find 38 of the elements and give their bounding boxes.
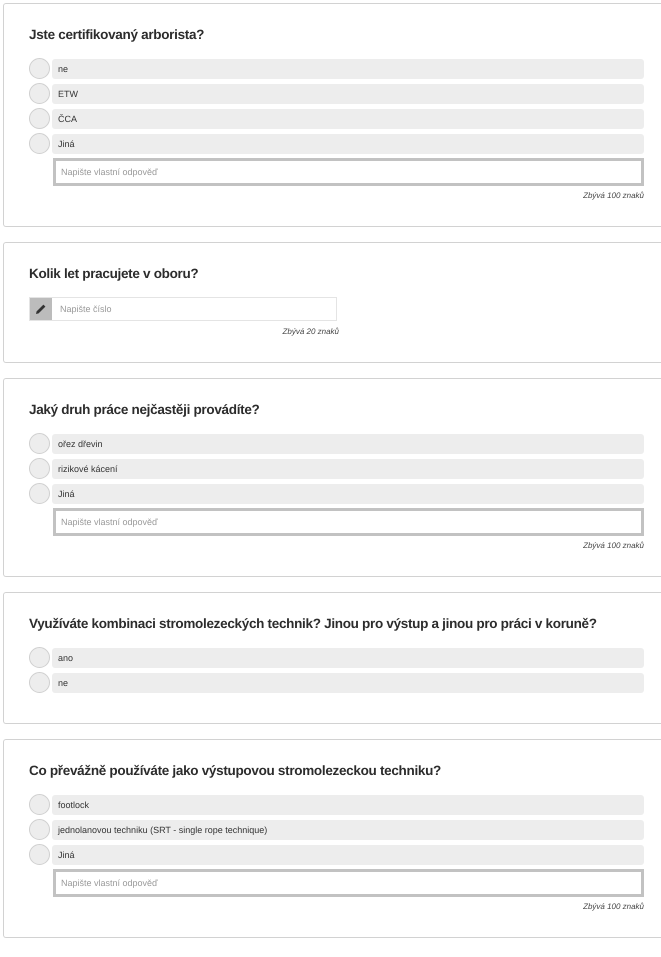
radio-button[interactable] (29, 819, 50, 840)
question-title: Jste certifikovaný arborista? (29, 26, 206, 44)
option-label[interactable]: ne (52, 672, 644, 692)
answer-field[interactable]: Napište vlastní odpověď (53, 508, 644, 536)
radio-button[interactable] (29, 133, 50, 154)
option-label[interactable]: ČCA (52, 108, 644, 128)
option-label[interactable]: Jiná (52, 134, 644, 154)
option-label[interactable]: rizikové kácení (52, 458, 644, 478)
radio-button[interactable] (29, 794, 50, 815)
radio-button[interactable] (29, 458, 50, 479)
radio-button[interactable] (29, 58, 50, 79)
question-title: Využíváte kombinaci stromolezeckých technik? Jinou pro výstup a jinou pro práci v koruně? (29, 615, 598, 633)
radio-button[interactable] (29, 108, 50, 129)
option-label[interactable]: jednolanovou techniku (SRT - single rope technique) (52, 820, 644, 840)
option-label[interactable]: ano (52, 648, 644, 668)
radio-button[interactable] (29, 83, 50, 104)
option-label[interactable]: ne (52, 58, 644, 78)
radio-button[interactable] (29, 672, 50, 693)
option-label[interactable]: footlock (52, 794, 644, 814)
question-title: Co převážně používáte jako výstupovou stromolezeckou techniku? (29, 762, 442, 780)
answer-field[interactable]: Napište vlastní odpověď (53, 869, 644, 897)
radio-button[interactable] (29, 483, 50, 504)
radio-button[interactable] (29, 433, 50, 454)
question-title: Kolik let pracujete v oboru? (29, 265, 200, 283)
question-title: Jaký druh práce nejčastěji provádíte? (29, 401, 260, 419)
pencil-icon (30, 298, 52, 320)
character-counter: Zbývá 100 znaků (582, 541, 644, 550)
number-field[interactable]: Napište číslo (29, 297, 337, 321)
character-counter: Zbývá 100 znaků (582, 191, 644, 200)
radio-button[interactable] (29, 647, 50, 668)
radio-button[interactable] (29, 844, 50, 865)
option-label[interactable]: ořez dřevin (52, 434, 644, 454)
option-label[interactable]: Jiná (52, 484, 644, 504)
option-label[interactable]: Jiná (52, 844, 644, 864)
option-label[interactable]: ETW (52, 84, 644, 104)
character-counter: Zbývá 20 znaků (281, 327, 339, 336)
character-counter: Zbývá 100 znaků (582, 902, 644, 911)
answer-field[interactable]: Napište vlastní odpověď (53, 158, 644, 186)
